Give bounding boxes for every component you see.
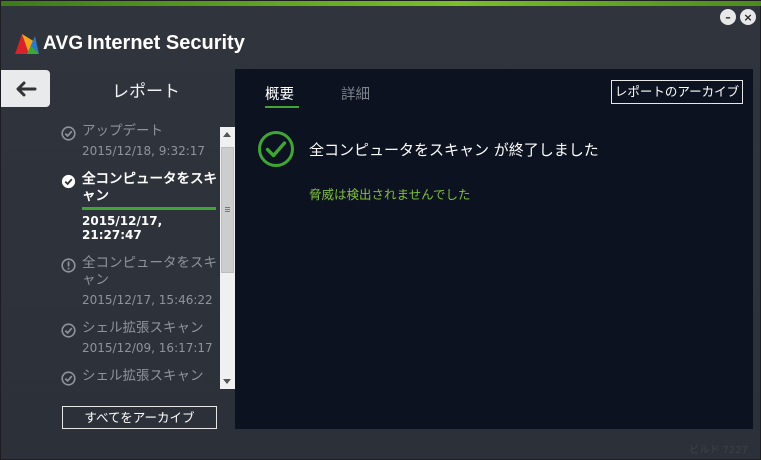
- report-item-date: 2015/12/18, 9:32:17: [82, 144, 206, 158]
- check-circle-icon: [61, 371, 76, 386]
- check-circle-icon: [61, 126, 76, 141]
- report-item-date: 2015/12/09, 16:17:17: [82, 341, 213, 355]
- result-title: 全コンピュータをスキャン が終了しました: [309, 141, 599, 159]
- report-item-name: シェル拡張スキャン: [82, 368, 204, 384]
- report-item-name: アップデート: [82, 123, 163, 139]
- report-list: アップデート 2015/12/18, 9:32:17 全コンピュータをスキャン …: [57, 123, 219, 391]
- tab-label: 詳細: [341, 87, 370, 103]
- archive-report-button[interactable]: レポートのアーカイブ: [611, 80, 743, 104]
- close-button[interactable]: ×: [740, 9, 756, 25]
- close-icon: ×: [743, 10, 753, 24]
- report-item-shell-scan[interactable]: シェル拡張スキャン 2015/12/09, 16:17:17: [57, 320, 219, 355]
- scroll-down-arrow-icon[interactable]: [223, 379, 231, 384]
- result-subtitle: 脅威は検出されませんでした: [309, 187, 471, 202]
- report-item-date: 2015/12/17, 21:27:47: [82, 214, 163, 242]
- app-window: AVG Internet Security – × レポート アップデート 20…: [0, 0, 761, 460]
- scroll-up-arrow-icon[interactable]: [223, 132, 231, 137]
- tab-label: 概要: [265, 87, 294, 103]
- report-item-full-scan-selected[interactable]: 全コンピュータをスキャン 2015/12/17, 21:27:47: [57, 171, 219, 242]
- back-arrow-icon: [16, 81, 36, 96]
- minimize-button[interactable]: –: [720, 9, 736, 25]
- report-list-scrollbar[interactable]: [220, 127, 235, 389]
- brand-name: AVG: [43, 33, 84, 54]
- tab-overview[interactable]: 概要: [265, 83, 299, 108]
- archive-all-button[interactable]: すべてをアーカイブ: [62, 406, 217, 429]
- minimize-icon: –: [725, 10, 731, 24]
- active-tab-underline: [265, 106, 299, 108]
- back-button[interactable]: [1, 70, 50, 107]
- warning-circle-icon: [61, 258, 76, 273]
- product-name: Internet Security: [87, 32, 245, 54]
- success-check-icon: [258, 131, 294, 167]
- check-circle-icon: [61, 323, 76, 338]
- report-item-date: 2015/12/17, 15:46:22: [82, 293, 213, 307]
- check-circle-icon: [61, 174, 76, 189]
- selected-underline: [82, 207, 216, 210]
- title-bar: AVG Internet Security: [1, 6, 761, 66]
- report-item-update[interactable]: アップデート 2015/12/18, 9:32:17: [57, 123, 219, 158]
- report-item-name: 全コンピュータをスキャン: [82, 255, 217, 288]
- tab-details[interactable]: 詳細: [341, 83, 370, 104]
- report-item-full-scan[interactable]: 全コンピュータをスキャン 2015/12/17, 15:46:22: [57, 255, 219, 307]
- build-number: ビルド 7227: [689, 445, 748, 456]
- report-item-name: 全コンピュータをスキャン: [82, 171, 217, 204]
- report-item-shell-scan[interactable]: シェル拡張スキャン: [57, 368, 219, 386]
- avg-logo-icon: [15, 34, 39, 54]
- scrollbar-thumb[interactable]: [221, 147, 234, 273]
- report-detail-panel: 概要 詳細 レポートのアーカイブ 全コンピュータをスキャン が終了しました 脅威…: [235, 69, 753, 429]
- report-item-name: シェル拡張スキャン: [82, 320, 204, 336]
- sidebar-title: レポート: [112, 82, 180, 102]
- grip-icon: [225, 207, 230, 208]
